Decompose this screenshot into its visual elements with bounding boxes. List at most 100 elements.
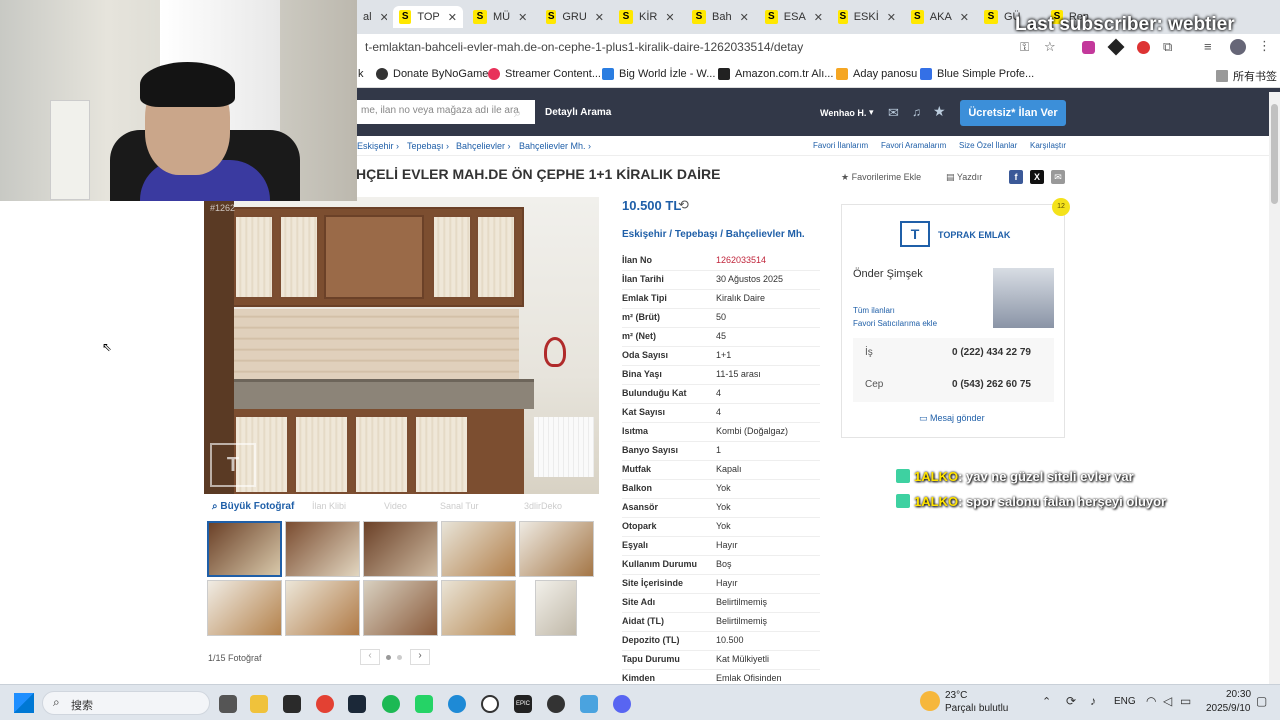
search-icon[interactable]: ⌕	[514, 105, 521, 121]
star-icon[interactable]: ★	[933, 103, 946, 120]
email-share-icon[interactable]: ✉	[1051, 170, 1065, 184]
next-photo-button[interactable]: ›	[410, 649, 430, 665]
obs-icon[interactable]	[547, 695, 565, 713]
compare-link[interactable]: Karşılaştır	[1030, 141, 1066, 150]
bookmark-item[interactable]: Big World İzle - W...	[602, 68, 715, 80]
close-icon[interactable]: ✕	[814, 11, 823, 24]
video-clip-button[interactable]: İlan Klibi	[312, 501, 346, 511]
page-scrollbar[interactable]	[1269, 92, 1280, 684]
pagination-dot[interactable]	[386, 655, 391, 660]
listing-location[interactable]: Eskişehir / Tepebaşı / Bahçelievler Mh.	[622, 229, 805, 240]
app-icon[interactable]	[415, 695, 433, 713]
close-icon[interactable]: ✕	[960, 11, 969, 24]
virtual-tour-button[interactable]: Sanal Tur	[440, 501, 479, 511]
close-icon[interactable]: ✕	[518, 11, 527, 24]
bookmark-item[interactable]: k	[358, 68, 364, 80]
epic-games-icon[interactable]: EPIC	[514, 695, 532, 713]
spotify-icon[interactable]	[382, 695, 400, 713]
photo-thumbnail[interactable]	[441, 521, 516, 577]
close-icon[interactable]: ✕	[595, 11, 604, 24]
all-bookmarks[interactable]: 所有书签	[1216, 68, 1277, 84]
app-icon[interactable]	[283, 695, 301, 713]
taskbar-search[interactable]: ⌕ 搜索	[42, 691, 210, 715]
extension-icon[interactable]	[1107, 38, 1125, 56]
store-name[interactable]: TOPRAK EMLAK	[938, 230, 1010, 240]
store-logo[interactable]: T	[900, 221, 930, 247]
battery-icon[interactable]: ▭	[1180, 694, 1191, 708]
clock-date[interactable]: 2025/9/10	[1206, 703, 1251, 714]
star-icon[interactable]: ☆	[1044, 39, 1056, 55]
special-listings-link[interactable]: Size Özel İlanlar	[959, 141, 1017, 150]
bookmark-item[interactable]: Blue Simple Profe...	[920, 68, 1034, 80]
browser-tab[interactable]: S MÜ ✕	[467, 6, 537, 28]
post-ad-button[interactable]: Ücretsiz* İlan Ver	[960, 100, 1066, 126]
scroll-thumb[interactable]	[1271, 104, 1278, 204]
breadcrumb-item[interactable]: Bahçelievler ›	[456, 141, 511, 151]
photo-thumbnail[interactable]	[207, 580, 282, 636]
profile-avatar[interactable]	[1230, 39, 1246, 55]
bookmark-item[interactable]: Amazon.com.tr Alı...	[718, 68, 833, 80]
tray-icon[interactable]: ⟳	[1066, 694, 1076, 708]
browser-tab[interactable]: S GRU ✕	[540, 6, 610, 28]
browser-tab-active[interactable]: S TOP ✕	[393, 6, 463, 28]
breadcrumb-item[interactable]: Eskişehir ›	[357, 141, 399, 151]
chevron-down-icon[interactable]: ▾	[869, 107, 874, 118]
media-icon[interactable]: ≡	[1204, 39, 1212, 54]
app-icon[interactable]	[580, 695, 598, 713]
photo-thumbnail[interactable]	[441, 580, 516, 636]
close-icon[interactable]: ✕	[665, 11, 674, 24]
phone-number[interactable]: 0 (222) 434 22 79	[952, 347, 1031, 358]
url-text[interactable]: t-emlaktan-bahceli-evler-mah.de-on-cephe…	[365, 40, 803, 54]
photo-thumbnail[interactable]	[519, 521, 594, 577]
browser-tab[interactable]: S ESA ✕	[759, 6, 829, 28]
steam-icon[interactable]	[348, 695, 366, 713]
photo-thumbnail[interactable]	[363, 580, 438, 636]
print-button[interactable]: ▤ Yazdır	[946, 172, 982, 183]
extension-icon[interactable]	[1137, 41, 1150, 54]
bookmark-item[interactable]: Donate ByNoGame	[376, 68, 488, 80]
notification-icon[interactable]: ▢	[1256, 694, 1267, 708]
browser-tab[interactable]: S Bah ✕	[686, 6, 756, 28]
language-indicator[interactable]: ENG	[1114, 696, 1136, 707]
menu-icon[interactable]: ⋮	[1258, 38, 1271, 54]
favorite-listings-link[interactable]: Favori İlanlarım	[813, 141, 868, 150]
volume-icon[interactable]: ◁	[1163, 694, 1172, 708]
wifi-icon[interactable]: ◠	[1146, 694, 1156, 708]
mail-icon[interactable]: ✉	[888, 105, 899, 121]
file-explorer-icon[interactable]	[250, 695, 268, 713]
deko-button[interactable]: 3dlirDeko	[524, 501, 562, 511]
key-icon[interactable]: ⚿	[1020, 40, 1029, 55]
photo-thumbnail[interactable]	[363, 521, 438, 577]
large-photo-button[interactable]: ⌕ Büyük Fotoğraf	[212, 501, 294, 512]
weather-icon[interactable]	[920, 691, 940, 711]
search-input[interactable]: me, ilan no veya mağaza adı ile ara	[357, 100, 535, 124]
clock-time[interactable]: 20:30	[1226, 689, 1251, 700]
extension-icon[interactable]	[1082, 41, 1095, 54]
history-icon[interactable]: ⟲	[678, 197, 689, 213]
edge-icon[interactable]	[448, 695, 466, 713]
facebook-icon[interactable]: f	[1009, 170, 1023, 184]
all-listings-link[interactable]: Tüm ilanları	[853, 306, 895, 315]
video-button[interactable]: Video	[384, 501, 407, 511]
chrome-icon[interactable]	[316, 695, 334, 713]
browser-tab[interactable]: S ESKİ ✕	[832, 6, 902, 28]
phone-number[interactable]: 0 (543) 262 60 75	[952, 379, 1031, 390]
close-icon[interactable]: ✕	[380, 11, 387, 24]
breadcrumb-item[interactable]: Tepebaşı ›	[407, 141, 449, 151]
send-message-button[interactable]: ▭ Mesaj gönder	[919, 413, 985, 424]
microphone-icon[interactable]: ♪	[1090, 694, 1096, 708]
x-icon[interactable]: X	[1030, 170, 1044, 184]
browser-tab[interactable]: S AKA ✕	[905, 6, 975, 28]
app-icon[interactable]	[481, 695, 499, 713]
task-view-icon[interactable]	[219, 695, 237, 713]
browser-tab[interactable]: al ✕	[357, 6, 387, 28]
detailed-search-link[interactable]: Detaylı Arama	[545, 107, 611, 118]
close-icon[interactable]: ✕	[740, 11, 749, 24]
prev-photo-button[interactable]: ‹	[360, 649, 380, 665]
favorite-searches-link[interactable]: Favori Aramalarım	[881, 141, 946, 150]
bookmark-item[interactable]: Streamer Content...	[488, 68, 601, 80]
photo-thumbnail[interactable]	[285, 580, 360, 636]
windows-start-icon[interactable]	[14, 693, 34, 713]
pagination-dot[interactable]	[397, 655, 402, 660]
close-icon[interactable]: ✕	[448, 11, 457, 24]
